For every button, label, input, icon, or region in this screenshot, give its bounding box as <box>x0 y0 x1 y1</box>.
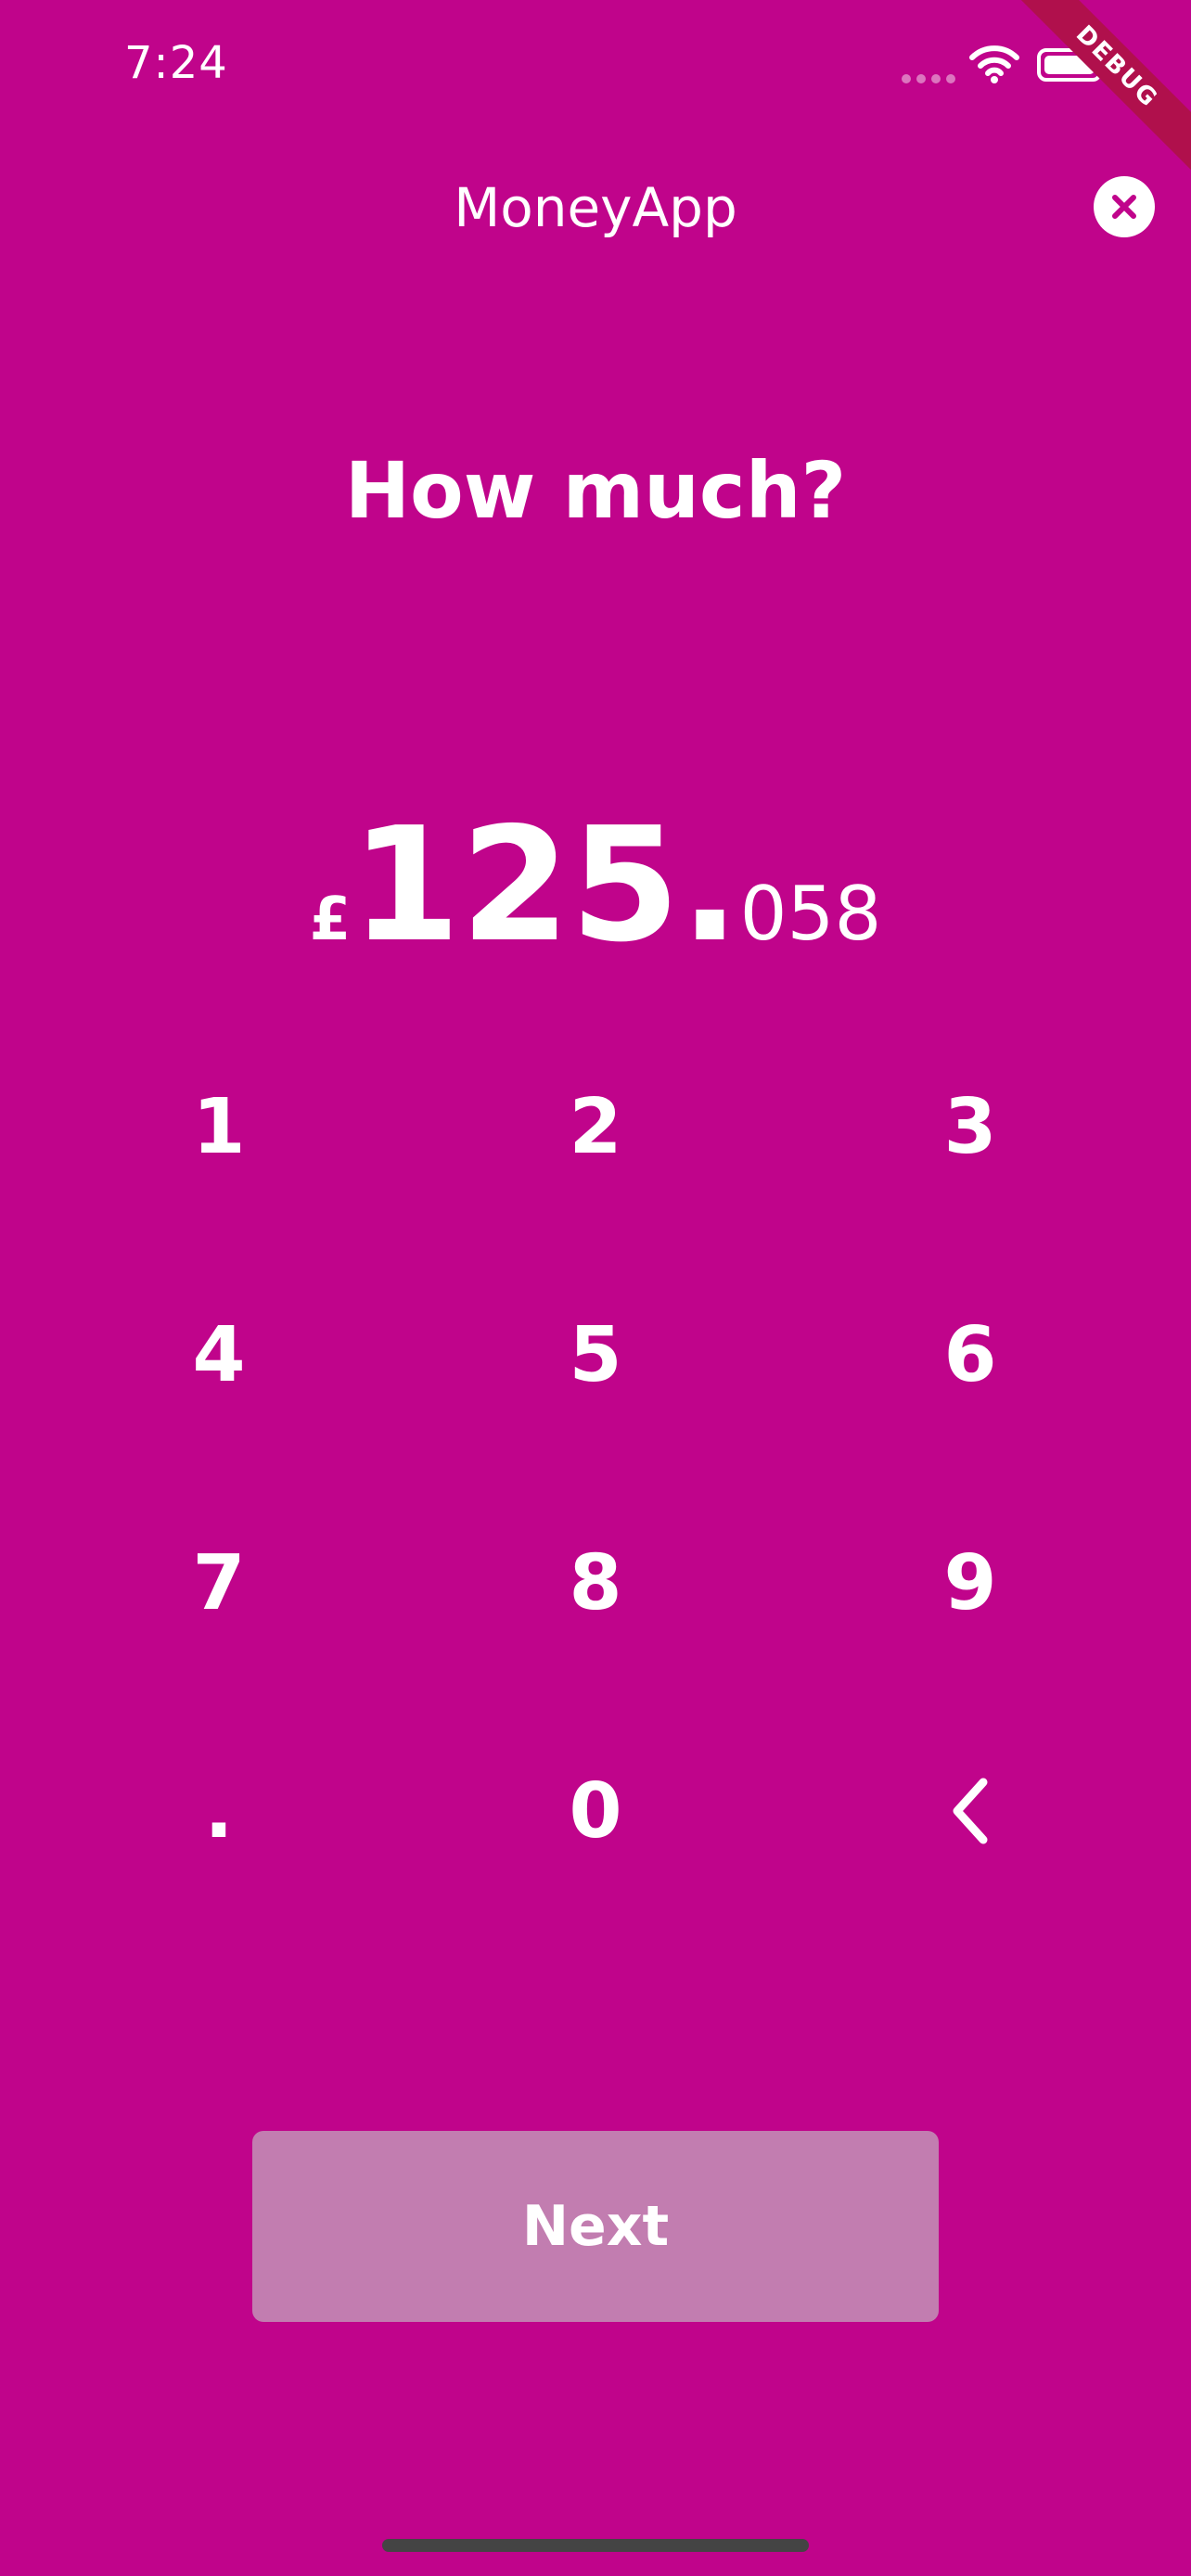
cellular-signal-icon <box>902 74 955 83</box>
key-decimal[interactable]: . <box>126 1741 312 1881</box>
key-5[interactable]: 5 <box>503 1285 688 1424</box>
close-icon <box>1112 195 1136 219</box>
key-3[interactable]: 3 <box>877 1057 1063 1196</box>
key-8[interactable]: 8 <box>503 1513 688 1652</box>
home-indicator[interactable] <box>382 2539 809 2552</box>
key-9[interactable]: 9 <box>877 1513 1063 1652</box>
status-time: 7:24 <box>124 37 228 89</box>
next-button[interactable]: Next <box>252 2131 939 2322</box>
key-6[interactable]: 6 <box>877 1285 1063 1424</box>
app-title: MoneyApp <box>454 176 737 239</box>
amount-major: 125. <box>351 794 740 977</box>
key-1[interactable]: 1 <box>126 1057 312 1196</box>
close-button[interactable] <box>1094 176 1155 237</box>
amount-display: £125.058 <box>0 807 1191 964</box>
currency-symbol: £ <box>309 886 352 954</box>
amount-prompt: How much? <box>344 445 847 536</box>
key-2[interactable]: 2 <box>503 1057 688 1196</box>
amount-minor: 058 <box>739 871 882 957</box>
key-4[interactable]: 4 <box>126 1285 312 1424</box>
backspace-button[interactable] <box>877 1741 1063 1881</box>
backspace-icon <box>953 1778 988 1844</box>
key-7[interactable]: 7 <box>126 1513 312 1652</box>
key-0[interactable]: 0 <box>503 1741 688 1881</box>
wifi-icon <box>968 43 1020 87</box>
status-bar: 7:24 <box>0 0 1191 121</box>
